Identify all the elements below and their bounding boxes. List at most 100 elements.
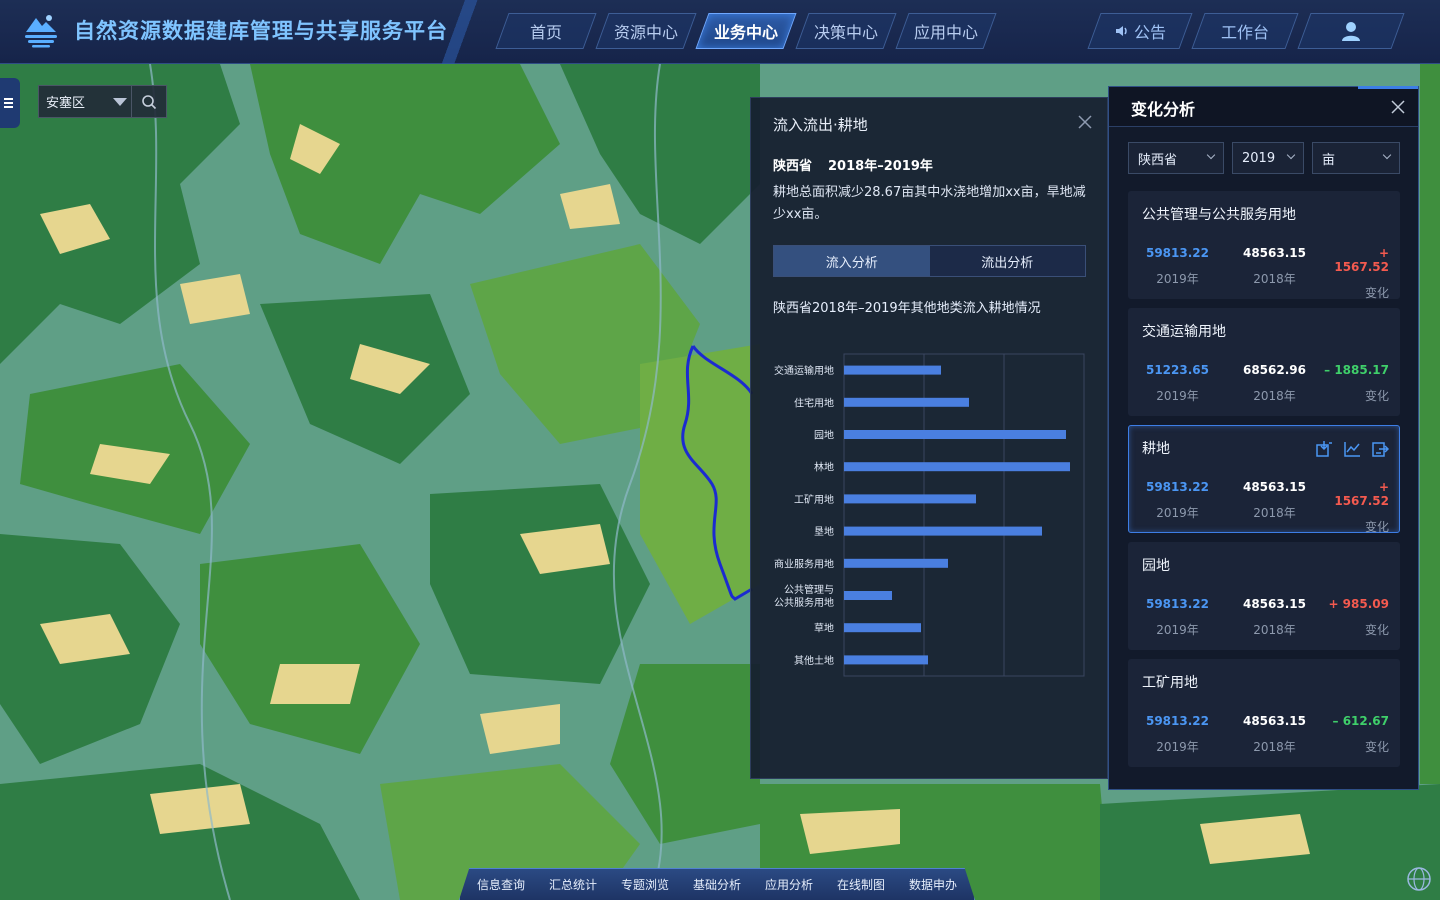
label-2019: 2019年 <box>1156 272 1199 286</box>
value-2019: 59813.22 <box>1145 714 1209 728</box>
value-change: + 1567.52 <box>1334 246 1389 274</box>
bar[interactable] <box>844 526 1042 536</box>
line-chart-icon[interactable] <box>1343 440 1361 458</box>
workbench-button[interactable]: 工作台 <box>1192 13 1298 49</box>
export-icon[interactable] <box>1371 440 1390 458</box>
user-button[interactable] <box>1298 13 1404 49</box>
label-2018: 2018年 <box>1253 272 1296 286</box>
card-name: 耕地 <box>1142 441 1170 457</box>
category-label: 草地 <box>814 622 834 635</box>
category-label: 商业服务用地 <box>774 557 834 570</box>
label-2019: 2019年 <box>1156 740 1199 754</box>
notice-button[interactable]: 公告 <box>1088 13 1192 49</box>
bar[interactable] <box>844 397 969 407</box>
flow-analysis-switch: 流入分析 流出分析 <box>773 245 1086 277</box>
toolbar-online-mapping[interactable]: 在线制图 <box>837 876 885 893</box>
label-2019: 2019年 <box>1156 623 1199 637</box>
label-2018: 2018年 <box>1253 506 1296 520</box>
tab-outflow-analysis[interactable]: 流出分析 <box>929 246 1085 276</box>
menu-icon <box>4 98 13 108</box>
tab-business-center[interactable]: 业务中心 <box>696 13 796 49</box>
mountain-logo-icon <box>25 15 57 48</box>
card-actions <box>1305 440 1390 458</box>
value-2018: 48563.15 <box>1242 714 1306 728</box>
flow-panel: 流入流出·耕地 陕西省 2018年–2019年 耕地总面积减少28.67亩其中水浇… <box>750 97 1108 779</box>
bar[interactable] <box>844 558 948 568</box>
value-change: – 1885.17 <box>1324 363 1389 377</box>
category-label: 工矿用地 <box>794 493 834 506</box>
chevron-down-icon <box>1382 150 1392 160</box>
card-name: 工矿用地 <box>1142 675 1198 691</box>
label-2018: 2018年 <box>1253 389 1296 403</box>
dropdown-caret-icon <box>113 98 127 106</box>
bar[interactable] <box>844 494 976 504</box>
close-icon[interactable] <box>1390 99 1406 115</box>
value-2019: 59813.22 <box>1145 246 1209 260</box>
change-panel-header: 变化分析 <box>1109 86 1418 127</box>
search-icon <box>142 94 157 109</box>
category-label: 公共服务用地 <box>774 596 834 609</box>
year-select[interactable]: 2019 <box>1232 142 1304 174</box>
toolbar-data-application[interactable]: 数据申办 <box>909 876 957 893</box>
tab-application-center[interactable]: 应用中心 <box>896 13 996 49</box>
label-change: 变化 <box>1364 286 1389 300</box>
inflow-bar-chart: 交通运输用地住宅用地园地林地工矿用地垦地商业服务用地公共管理与公共服务用地草地其… <box>774 353 1085 677</box>
header-tools: 公告 工作台 <box>1088 13 1404 49</box>
change-analysis-panel: 变化分析 陕西省 2019 亩 公共管理与公共服务用地 59813.22 2019… <box>1108 86 1419 790</box>
app-title: 自然资源数据建库管理与共享服务平台 <box>74 19 448 43</box>
import-icon[interactable] <box>1315 440 1333 458</box>
toolbar-basic-analysis[interactable]: 基础分析 <box>693 876 741 893</box>
tab-decision-center[interactable]: 决策中心 <box>796 13 896 49</box>
bar[interactable] <box>844 430 1066 439</box>
label-2018: 2018年 <box>1253 623 1296 637</box>
change-filters: 陕西省 2019 亩 <box>1128 142 1400 174</box>
close-icon[interactable] <box>1077 114 1093 130</box>
flow-panel-title: 流入流出·耕地 <box>773 116 868 134</box>
search-button[interactable] <box>132 85 167 118</box>
bar[interactable] <box>844 623 921 633</box>
category-label: 其他土地 <box>794 654 834 667</box>
speaker-icon <box>1115 26 1127 36</box>
sidebar-toggle[interactable] <box>0 78 20 128</box>
flow-province-period: 陕西省 2018年–2019年 <box>773 159 933 174</box>
change-card-industrial[interactable]: 工矿用地 59813.22 2019年 48563.15 2018年 – 612.6… <box>1128 659 1400 767</box>
label-2019: 2019年 <box>1156 506 1199 520</box>
header-divider-decoration <box>440 0 500 64</box>
change-card-garden[interactable]: 园地 59813.22 2019年 48563.15 2018年 + 985.09 变… <box>1128 542 1400 650</box>
flow-description: 耕地总面积减少28.67亩其中水浇地增加xx亩，旱地减少xx亩。 <box>773 185 1086 222</box>
brand[interactable]: 自然资源数据建库管理与共享服务平台 <box>22 12 448 48</box>
change-panel-title: 变化分析 <box>1131 100 1196 119</box>
value-2019: 59813.22 <box>1145 480 1209 494</box>
chevron-down-icon <box>1206 150 1216 160</box>
toolbar-topic-browse[interactable]: 专题浏览 <box>621 876 669 893</box>
header-accent-line <box>1358 86 1418 89</box>
globe-icon[interactable] <box>1406 866 1432 892</box>
value-2018: 48563.15 <box>1242 480 1306 494</box>
value-2018: 48563.15 <box>1242 246 1306 260</box>
category-label: 交通运输用地 <box>774 364 834 377</box>
tab-home[interactable]: 首页 <box>496 13 596 49</box>
bar[interactable] <box>844 365 941 375</box>
region-search: 安塞区 <box>38 85 167 118</box>
value-2019: 51223.65 <box>1145 363 1209 377</box>
value-2018: 48563.15 <box>1242 597 1306 611</box>
toolbar-info-query[interactable]: 信息查询 <box>477 876 525 893</box>
change-card-public-service[interactable]: 公共管理与公共服务用地 59813.22 2019年 48563.15 2018年 … <box>1128 191 1400 300</box>
label-2019: 2019年 <box>1156 389 1199 403</box>
province-select[interactable]: 陕西省 <box>1128 142 1224 174</box>
toolbar-summary-stats[interactable]: 汇总统计 <box>549 876 597 893</box>
tab-resource-center[interactable]: 资源中心 <box>596 13 696 49</box>
toolbar-application-analysis[interactable]: 应用分析 <box>765 876 813 893</box>
bar[interactable] <box>844 591 892 600</box>
bar[interactable] <box>844 462 1070 472</box>
value-change: + 985.09 <box>1328 597 1389 611</box>
tab-inflow-analysis[interactable]: 流入分析 <box>774 246 930 276</box>
label-change: 变化 <box>1364 389 1389 403</box>
change-card-cultivated[interactable]: 耕地 59813.22 2019年 48563.15 2018年 + 1567.52… <box>1128 425 1400 534</box>
region-select[interactable]: 安塞区 <box>38 85 132 118</box>
main-nav: 首页 资源中心 业务中心 决策中心 应用中心 <box>496 13 996 49</box>
chevron-down-icon <box>1286 150 1296 160</box>
unit-select[interactable]: 亩 <box>1312 142 1400 174</box>
change-card-transport[interactable]: 交通运输用地 51223.65 2019年 68562.96 2018年 – 188… <box>1128 308 1400 416</box>
bar[interactable] <box>844 655 928 665</box>
